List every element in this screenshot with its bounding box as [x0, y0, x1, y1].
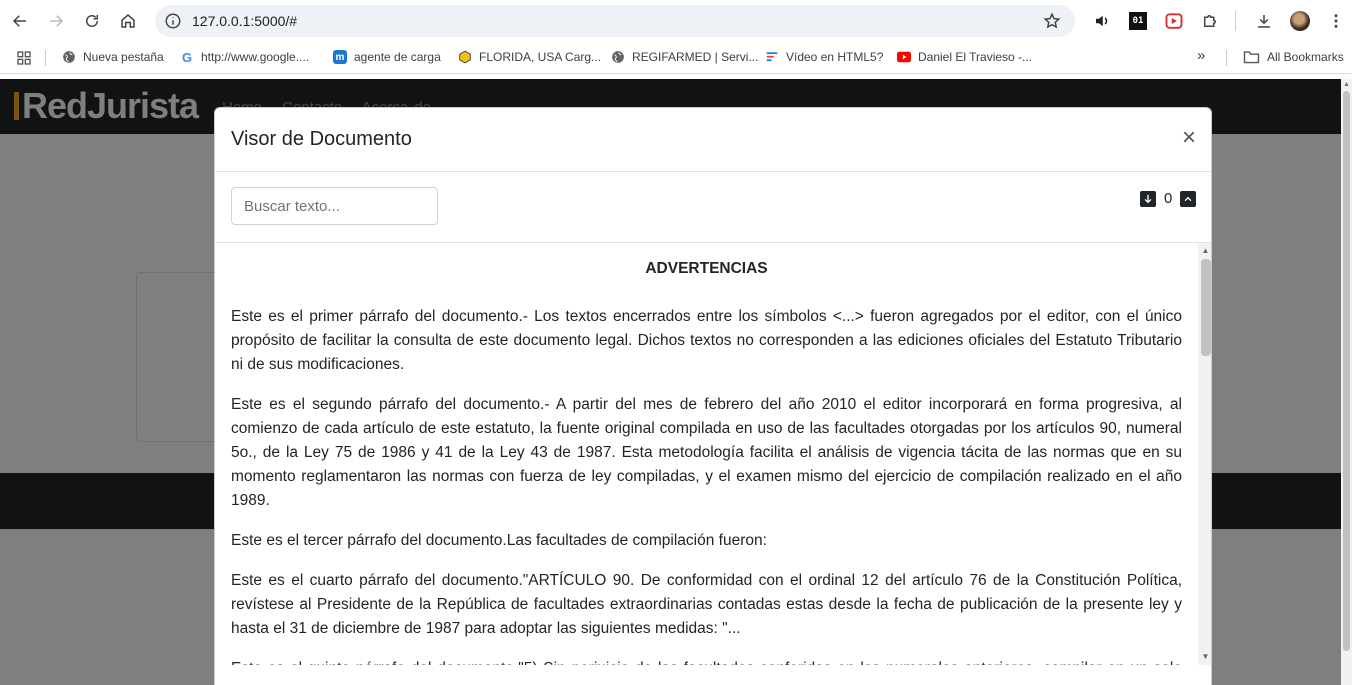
document-paragraph: Este es el quinto párrafo del documento.… [231, 657, 1182, 665]
volume-icon[interactable] [1091, 10, 1113, 32]
youtube-icon [897, 50, 911, 64]
globe-icon [611, 50, 625, 64]
reload-icon[interactable] [80, 9, 104, 33]
app-icon: m [333, 50, 347, 64]
extensions-puzzle-icon[interactable] [1199, 10, 1221, 32]
document-viewer-modal: Visor de Documento × 0 ADVERTENCIAS Este… [214, 107, 1212, 685]
next-match-button[interactable] [1140, 191, 1156, 207]
bookmark-label: Daniel El Travieso -... [918, 50, 1033, 64]
document-paragraph: Este es el tercer párrafo del documento.… [231, 532, 767, 549]
toolbar-divider [1235, 11, 1236, 31]
search-input[interactable] [231, 187, 438, 225]
bookmark-item[interactable]: m agente de carga [333, 50, 441, 64]
bookmark-label: http://www.google.... [201, 50, 310, 64]
chevron-up-icon [1184, 196, 1192, 202]
bookmark-item[interactable]: Vídeo en HTML5? [765, 50, 883, 64]
bookmark-label: REGIFARMED | Servi... [632, 50, 759, 64]
previous-match-button[interactable] [1180, 191, 1196, 207]
document-heading: ADVERTENCIAS [645, 260, 768, 277]
modal-title: Visor de Documento [231, 128, 412, 150]
bookmark-star-icon[interactable] [1043, 12, 1061, 30]
bookmark-item[interactable]: Daniel El Travieso -... [897, 50, 1032, 64]
document-paragraph: Este es el primer párrafo del documento.… [231, 308, 1182, 373]
bookmarks-divider [45, 50, 46, 66]
modal-header: Visor de Documento × [215, 108, 1211, 172]
package-icon [458, 50, 472, 64]
search-toolbar: 0 [215, 172, 1211, 243]
profile-avatar[interactable] [1289, 10, 1311, 32]
home-icon[interactable] [116, 9, 140, 33]
scroll-down-arrow-icon[interactable]: ▼ [1198, 651, 1211, 663]
list-icon [765, 50, 779, 64]
scroll-up-arrow-icon[interactable]: ▲ [1198, 245, 1211, 257]
document-paragraph: Este es el segundo párrafo del documento… [231, 396, 1182, 509]
bookmarks-divider [1226, 50, 1227, 66]
apps-grid-icon[interactable] [16, 50, 32, 66]
bookmark-item[interactable]: Nueva pestaña [62, 50, 164, 64]
bookmark-label: Vídeo en HTML5? [786, 50, 884, 64]
match-count: 0 [1164, 190, 1173, 207]
download-icon[interactable] [1253, 10, 1275, 32]
document-scrollbar[interactable]: ▲ ▼ [1198, 243, 1211, 665]
page-scrollbar[interactable]: ▲ [1341, 79, 1352, 685]
bookmark-label: agente de carga [354, 50, 441, 64]
bookmark-item[interactable]: REGIFARMED | Servi... [611, 50, 758, 64]
bookmark-item[interactable]: G http://www.google.... [180, 49, 310, 65]
bookmarks-overflow-button[interactable]: » [1197, 47, 1205, 64]
globe-icon [62, 50, 76, 64]
url-text[interactable]: 127.0.0.1:5000/# [192, 13, 297, 29]
close-button[interactable]: × [1179, 126, 1199, 150]
document-content[interactable]: ADVERTENCIAS Este es el primer párrafo d… [215, 243, 1198, 665]
back-icon[interactable] [8, 9, 32, 33]
arrow-down-icon [1144, 194, 1152, 204]
page-scrollbar-thumb[interactable] [1343, 91, 1350, 651]
bookmark-item[interactable]: FLORIDA, USA Carg... [458, 50, 601, 64]
document-scrollbar-thumb[interactable] [1201, 259, 1211, 356]
document-paragraph: Este es el cuarto párrafo del documento.… [231, 572, 1182, 637]
extension-binary-icon[interactable]: 01 [1127, 10, 1149, 32]
bookmark-label: FLORIDA, USA Carg... [479, 50, 602, 64]
extension-video-icon[interactable] [1163, 10, 1185, 32]
scroll-up-arrow-icon[interactable]: ▲ [1343, 81, 1350, 89]
all-bookmarks-label: All Bookmarks [1267, 50, 1344, 64]
site-info-icon[interactable] [164, 12, 182, 30]
menu-kebab-icon[interactable] [1325, 10, 1347, 32]
browser-toolbar: 127.0.0.1:5000/# 01 [0, 0, 1352, 42]
all-bookmarks-button[interactable]: All Bookmarks [1243, 50, 1344, 64]
google-icon: G [181, 49, 193, 65]
bookmark-label: Nueva pestaña [83, 50, 164, 64]
forward-icon[interactable] [44, 9, 68, 33]
bookmarks-bar: Nueva pestaña G http://www.google.... m … [0, 42, 1352, 74]
folder-icon [1243, 50, 1260, 64]
address-bar[interactable]: 127.0.0.1:5000/# [155, 5, 1075, 37]
